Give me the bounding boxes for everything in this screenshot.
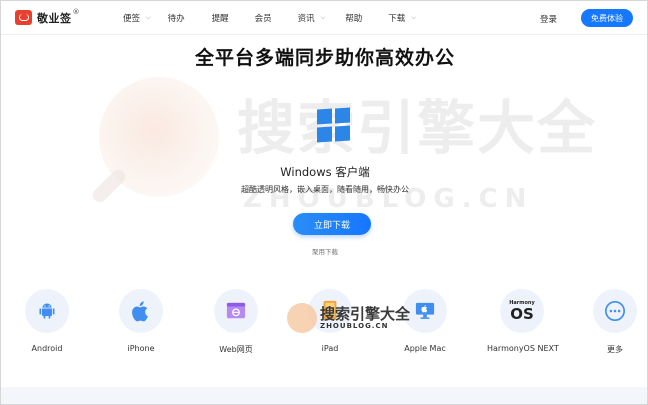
main-nav: 便签 ⌵ 待办 提醒 会员 资讯 ⌵ 帮助 下载 ⌵: [123, 1, 416, 35]
chevron-down-icon: ⌵: [411, 14, 416, 21]
nav-item-news[interactable]: 资讯 ⌵: [298, 12, 326, 24]
chevron-down-icon: ⌵: [146, 14, 151, 21]
platform-label: Web网页: [219, 345, 253, 354]
nav-label: 帮助: [345, 14, 363, 24]
platform-label: Android: [31, 344, 63, 353]
nav-item-membership[interactable]: 会员: [255, 12, 272, 24]
product-name: Windows 客户端: [280, 165, 370, 179]
brand-logo[interactable]: 敬业签 ®: [15, 7, 80, 26]
nav-label: 会员: [254, 14, 272, 24]
platform-more[interactable]: 更多: [580, 289, 647, 355]
nav-label: 便签: [123, 14, 141, 24]
harmonyos-icon: Harmony OS: [500, 289, 544, 333]
chevron-down-icon: ⌵: [320, 14, 326, 21]
hero-title: 全平台多端同步助你高效办公: [194, 47, 455, 69]
download-button[interactable]: 立即下载: [293, 213, 371, 235]
platform-label: 更多: [607, 345, 623, 354]
overlay-watermark-domain: ZHOUBLOG.CN: [320, 321, 389, 330]
platform-label: Apple Mac: [404, 344, 446, 353]
overlay-watermark-title: 搜索引擎大全: [320, 304, 411, 323]
windows-icon: [317, 107, 349, 142]
platform-label: iPhone: [127, 344, 155, 353]
nav-label: 待办: [167, 14, 185, 24]
platform-android[interactable]: Android: [12, 289, 82, 353]
more-icon: [593, 289, 637, 333]
platform-label: iPad: [321, 344, 339, 353]
android-icon: [25, 289, 69, 333]
harmonyos-icon-text: OS: [510, 304, 534, 323]
apple-icon: [119, 289, 163, 333]
product-description: 超酷透明风格，嵌入桌面，随看随用，畅快办公: [241, 185, 409, 194]
platform-iphone[interactable]: iPhone: [106, 289, 176, 353]
nav-item-download[interactable]: 下载 ⌵: [388, 12, 416, 24]
bottom-section-band: [1, 387, 647, 404]
cloud-logo-icon: [15, 10, 32, 25]
overlay-watermark: 搜索引擎大全 ZHOUBLOG.CN: [287, 303, 410, 333]
nav-item-reminder[interactable]: 提醒: [212, 12, 229, 24]
login-link[interactable]: 登录: [540, 13, 557, 25]
nav-item-help[interactable]: 帮助: [345, 12, 362, 24]
watermark-magnifier-icon: [287, 303, 317, 333]
platform-label: HarmonyOS NEXT: [487, 344, 559, 353]
free-trial-button[interactable]: 免费体验: [581, 9, 633, 27]
watermark-text: 搜索引擎大全: [237, 94, 598, 162]
web-icon: [214, 289, 258, 333]
beta-download-link[interactable]: 聚用下载: [1, 246, 647, 256]
nav-label: 下载: [388, 14, 406, 24]
page: 敬业签 ® 便签 ⌵ 待办 提醒 会员 资讯 ⌵ 帮助 下载 ⌵ 登录 免费体验…: [0, 0, 648, 405]
platform-web[interactable]: Web网页: [201, 289, 271, 355]
overlay-watermark-text: 搜索引擎大全 ZHOUBLOG.CN: [317, 304, 411, 330]
registered-mark: ®: [72, 7, 80, 16]
nav-label: 资讯: [297, 14, 315, 24]
nav-item-notes[interactable]: 便签 ⌵: [123, 12, 151, 24]
platform-harmonyos[interactable]: Harmony OS HarmonyOS NEXT: [487, 289, 559, 353]
brand-name: 敬业签: [37, 11, 72, 25]
nav-label: 提醒: [211, 14, 229, 24]
nav-item-todo[interactable]: 待办: [168, 12, 185, 24]
top-navigation-bar: 敬业签 ® 便签 ⌵ 待办 提醒 会员 资讯 ⌵ 帮助 下载 ⌵ 登录 免费体验: [1, 1, 647, 35]
